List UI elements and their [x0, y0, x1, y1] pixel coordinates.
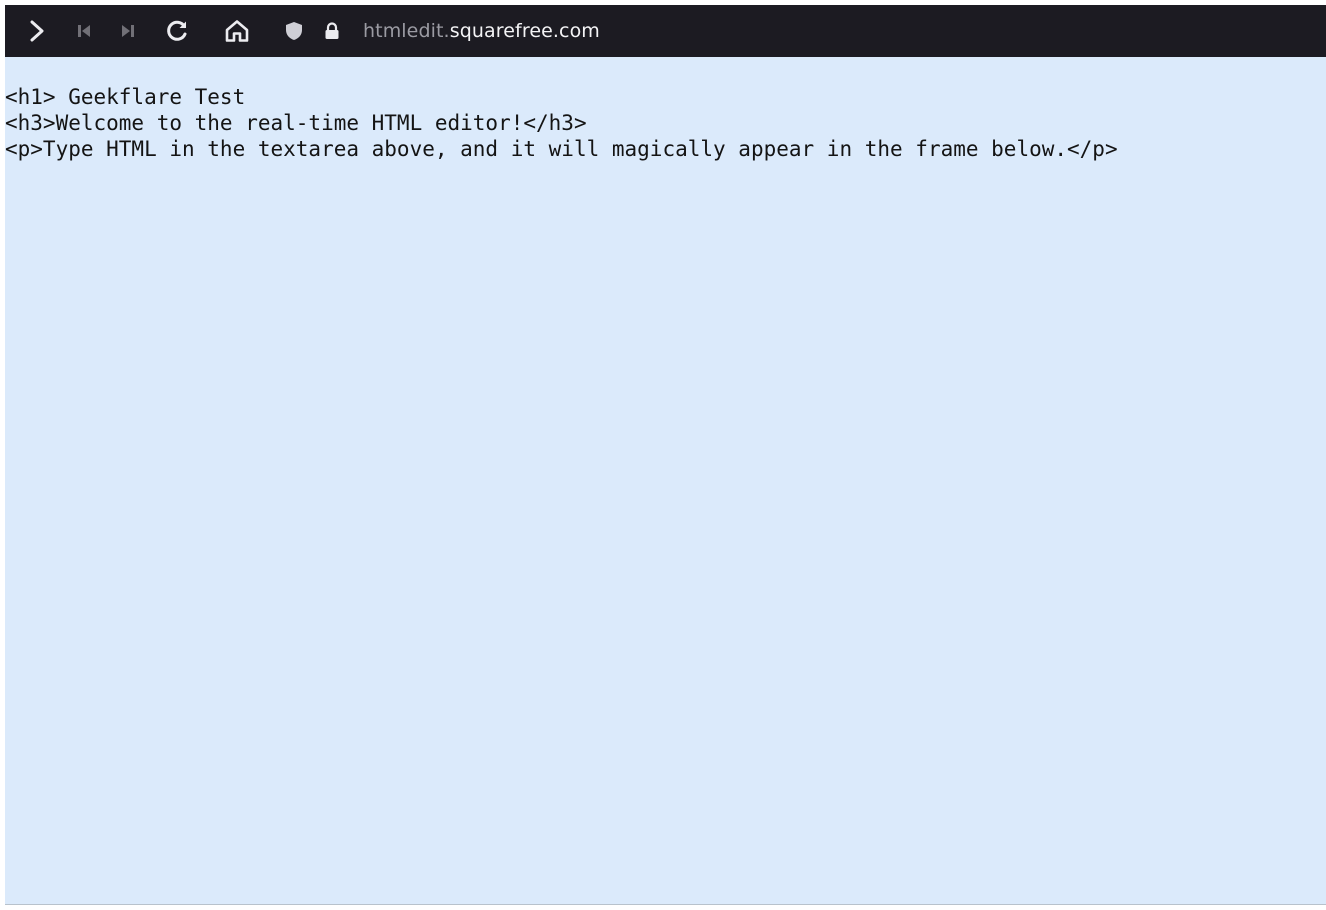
source-code: <h1> Geekflare Test <h3>Welcome to the re…: [5, 57, 1326, 162]
browser-window: htmledit.squarefree.com <h1> Geekflare T…: [0, 0, 1326, 910]
url-subdomain: htmledit.: [363, 20, 450, 42]
source-line: <h3>Welcome to the real-time HTML editor…: [5, 111, 587, 135]
skip-back-icon: [78, 25, 90, 37]
reload-button[interactable]: [163, 15, 191, 47]
source-line: <h1> Geekflare Test: [5, 85, 246, 109]
url-domain: squarefree.com: [449, 20, 600, 42]
browser-toolbar: htmledit.squarefree.com: [5, 5, 1326, 57]
url-bar[interactable]: htmledit.squarefree.com: [363, 5, 600, 57]
skip-forward-button[interactable]: [117, 15, 139, 47]
forward-button[interactable]: [23, 15, 51, 47]
skip-forward-icon: [122, 25, 134, 37]
source-line: <p>Type HTML in the textarea above, and …: [5, 137, 1118, 161]
home-button[interactable]: [221, 15, 253, 47]
skip-back-button[interactable]: [73, 15, 95, 47]
html-source-textarea[interactable]: <h1> Geekflare Test <h3>Welcome to the re…: [5, 57, 1326, 905]
lock-icon: [325, 22, 339, 39]
frame-divider: [0, 905, 1326, 910]
tracking-protection-shield[interactable]: [283, 15, 305, 47]
reload-icon: [167, 20, 187, 41]
site-security-lock[interactable]: [322, 15, 342, 47]
home-icon: [225, 20, 249, 42]
chevron-right-icon: [30, 20, 44, 42]
shield-icon: [286, 22, 302, 40]
